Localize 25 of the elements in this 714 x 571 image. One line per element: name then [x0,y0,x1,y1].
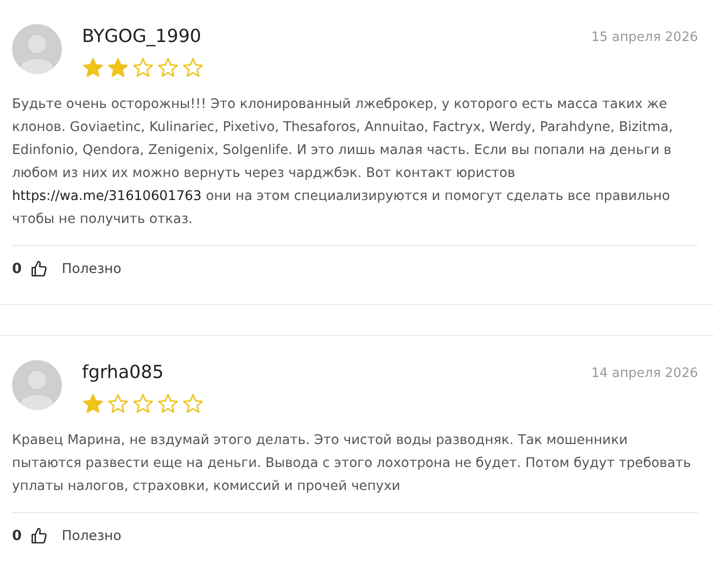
filled-star-icon [82,393,104,415]
empty-star-icon [182,393,204,415]
empty-star-icon [182,57,204,79]
like-count: 0 [12,528,22,544]
like-count: 0 [12,261,22,277]
empty-star-icon [107,393,129,415]
thumbs-up-icon[interactable] [30,260,48,278]
author-name: fgrha085 [82,362,165,383]
helpful-button[interactable]: Полезно [56,261,122,277]
empty-star-icon [132,57,154,79]
review-date: 15 апреля 2026 [591,29,698,45]
filled-star-icon [82,57,104,79]
filled-star-icon [107,57,129,79]
empty-star-icon [157,393,179,415]
empty-star-icon [132,393,154,415]
review-text: Будьте очень осторожны!!! Это клонированный лжеброкер, у которого есть масса таких же клонов. Goviaetinc, Kulinariec, Pixetivo, Thesaforos, Annuitao, Factryx, Werdy, Parahdyne, Bizitma, Edinfonio, Qendora, Zenigenix, Solgenlife. И это лишь малая часть. Если вы попали на деньги в любом из них их можно вернуть через чарджбэк. Вот контакт юристов https://wa.me/31610601763 они на этом специализируются и помогут сделать все правильно чтобы не получить отказ. [12,96,674,229]
helpful-button[interactable]: Полезно [56,528,122,544]
empty-star-icon [157,57,179,79]
avatar-icon [12,24,62,74]
review-date: 14 апреля 2026 [591,365,698,381]
author-name: BYGOG_1990 [82,26,202,47]
review-text: Кравец Марина, не вздумай этого делать. Это чистой воды разводняк. Так мошенники пытаются развести еще на деньги. Вывода с этого лохотрона не будет. Потом будут требовать уплаты налогов, страховки, комиссий и прочей чепухи [12,432,692,496]
thumbs-up-icon[interactable] [30,527,48,545]
contact-link[interactable]: https://wa.me/31610601763 [12,189,202,204]
avatar-icon [12,360,62,410]
